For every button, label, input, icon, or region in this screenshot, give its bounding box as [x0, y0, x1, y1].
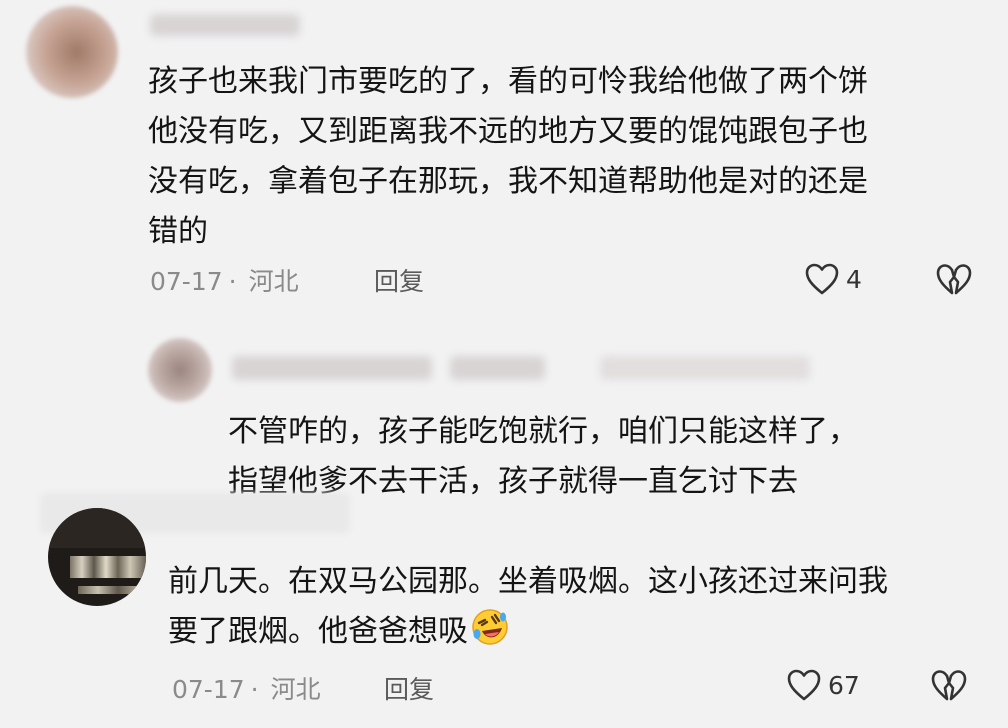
dislike-button[interactable] [930, 668, 968, 708]
comment-meta: 07-17 · 河北 [150, 262, 299, 298]
comment-date: 07-17 [172, 675, 245, 704]
comment-line: 错的 [148, 214, 208, 249]
comment-line: 他没有吃，又到距离我不远的地方又要的馄饨跟包子也 [148, 114, 868, 149]
dislike-button[interactable] [935, 262, 973, 302]
heart-outline-icon [787, 669, 821, 701]
broken-heart-icon [931, 670, 967, 701]
comment-text: 前几天。在双马公园那。坐着吸烟。这小孩还过来问我 要了跟烟。他爸爸想吸 [168, 557, 888, 657]
reply-button[interactable]: 回复 [384, 670, 434, 706]
broken-heart-icon [936, 264, 972, 295]
comment-date: 07-17 [150, 267, 223, 296]
avatar[interactable] [26, 6, 118, 98]
comment-meta: 07-17 · 河北 [172, 670, 321, 706]
username-blurred[interactable] [150, 14, 300, 36]
like-count: 4 [846, 264, 862, 294]
reply-target-blurred [600, 356, 810, 380]
heart-outline-icon [805, 263, 839, 295]
avatar[interactable] [48, 508, 146, 606]
avatar-image-part [70, 556, 146, 578]
comment-text: 不管咋的，孩子能吃饱就行，咱们只能这样了， 指望他爹不去干活，孩子就得一直乞讨下… [228, 407, 858, 507]
avatar[interactable] [148, 338, 212, 402]
comment-line: 前几天。在双马公园那。坐着吸烟。这小孩还过来问我 [168, 564, 888, 599]
username-blurred[interactable] [232, 356, 432, 380]
comment-line: 没有吃，拿着包子在那玩，我不知道帮助他是对的还是 [148, 164, 868, 199]
reply-button[interactable]: 回复 [374, 262, 424, 298]
like-count: 67 [828, 670, 860, 700]
comment-location: 河北 [270, 675, 321, 704]
comment-line: 不管咋的，孩子能吃饱就行，咱们只能这样了， [228, 414, 858, 449]
rolling-on-floor-laughing-emoji [472, 609, 508, 645]
comment-text: 孩子也来我门市要吃的了，看的可怜我给他做了两个饼 他没有吃，又到距离我不远的地方… [148, 57, 868, 257]
comment-line-text: 要了跟烟。他爸爸想吸 [168, 614, 468, 649]
like-button[interactable]: 4 [804, 262, 862, 296]
avatar-image-part [48, 508, 146, 548]
avatar-image-part [78, 586, 138, 594]
comment-line: 孩子也来我门市要吃的了，看的可怜我给他做了两个饼 [148, 64, 868, 99]
comment-line: 要了跟烟。他爸爸想吸 [168, 607, 888, 657]
meta-separator: · [228, 267, 237, 296]
reply-target-blurred [450, 356, 545, 380]
like-button[interactable]: 67 [786, 668, 860, 702]
comment-location: 河北 [248, 267, 299, 296]
meta-separator: · [250, 675, 259, 704]
